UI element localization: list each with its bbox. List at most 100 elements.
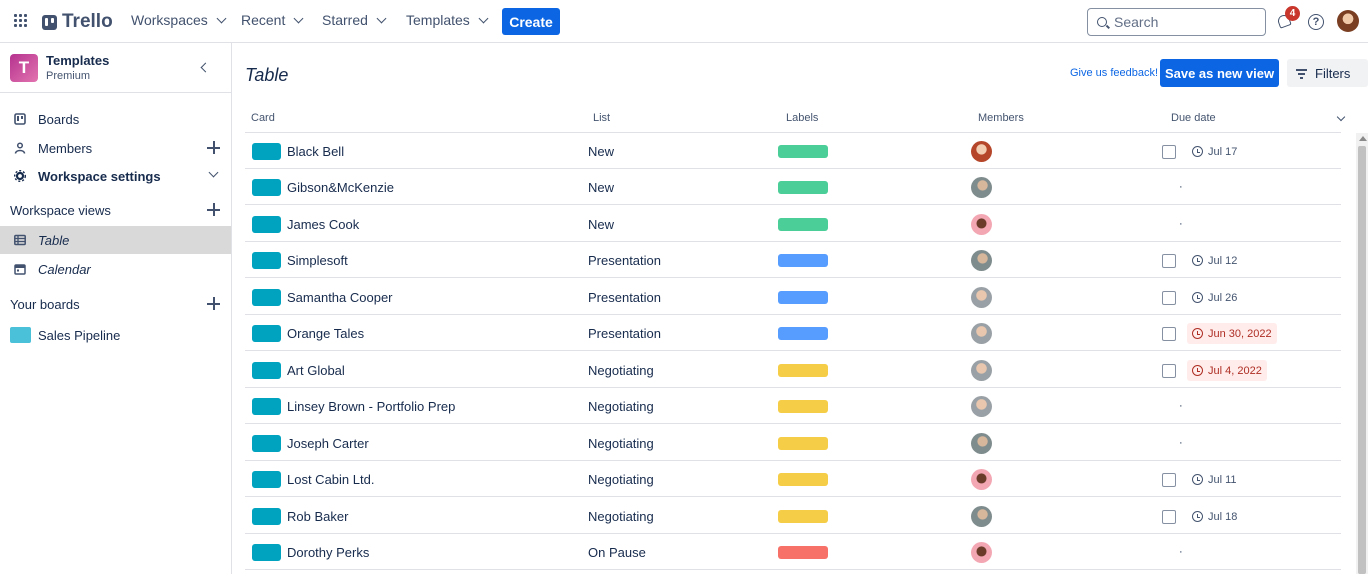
- table-row[interactable]: Orange Tales Presentation Jun 30, 2022: [245, 315, 1341, 351]
- scrollbar-thumb[interactable]: [1358, 146, 1366, 574]
- add-member-icon[interactable]: [207, 141, 220, 154]
- empty-due-date[interactable]: ·: [1179, 437, 1183, 449]
- filters-button[interactable]: Filters: [1287, 59, 1368, 87]
- due-complete-checkbox[interactable]: [1162, 473, 1176, 487]
- member-avatar[interactable]: [971, 506, 992, 527]
- table-row[interactable]: Lost Cabin Ltd. Negotiating Jul 11: [245, 461, 1341, 497]
- workspace-tile[interactable]: T: [10, 54, 38, 82]
- empty-due-date[interactable]: ·: [1179, 546, 1183, 558]
- table-row[interactable]: Simplesoft Presentation Jul 12: [245, 242, 1341, 278]
- due-complete-checkbox[interactable]: [1162, 364, 1176, 378]
- help-icon[interactable]: ?: [1308, 14, 1324, 30]
- card-name[interactable]: Dorothy Perks: [287, 545, 369, 560]
- table-row[interactable]: James Cook New ·: [245, 206, 1341, 242]
- nav-templates[interactable]: Templates: [406, 12, 489, 28]
- search-input[interactable]: Search: [1087, 8, 1266, 36]
- member-avatar[interactable]: [971, 177, 992, 198]
- nav-recent[interactable]: Recent: [241, 12, 304, 28]
- empty-due-date[interactable]: ·: [1179, 400, 1183, 412]
- account-avatar[interactable]: [1337, 10, 1359, 32]
- scroll-up-arrow-icon[interactable]: [1359, 136, 1367, 141]
- due-date-badge[interactable]: Jul 11: [1187, 469, 1242, 490]
- member-avatar[interactable]: [971, 323, 992, 344]
- member-avatar[interactable]: [971, 287, 992, 308]
- member-avatar[interactable]: [971, 141, 992, 162]
- empty-due-date[interactable]: ·: [1179, 218, 1183, 230]
- column-header-members[interactable]: Members: [978, 112, 1024, 124]
- card-name[interactable]: Samantha Cooper: [287, 290, 393, 305]
- table-row[interactable]: Joseph Carter Negotiating ·: [245, 425, 1341, 461]
- member-avatar[interactable]: [971, 396, 992, 417]
- member-avatar[interactable]: [971, 250, 992, 271]
- card-label[interactable]: [778, 181, 828, 194]
- card-label[interactable]: [778, 327, 828, 340]
- column-header-list[interactable]: List: [593, 112, 610, 124]
- empty-due-date[interactable]: ·: [1179, 181, 1183, 193]
- table-row[interactable]: Rob Baker Negotiating Jul 18: [245, 498, 1341, 534]
- card-label[interactable]: [778, 364, 828, 377]
- due-complete-checkbox[interactable]: [1162, 327, 1176, 341]
- due-date-badge[interactable]: Jul 12: [1187, 250, 1242, 271]
- sidebar-item-boards[interactable]: Boards: [0, 105, 231, 133]
- column-header-card[interactable]: Card: [251, 112, 275, 124]
- table-row[interactable]: Black Bell New Jul 17: [245, 133, 1341, 169]
- table-row[interactable]: Art Global Negotiating Jul 4, 2022: [245, 352, 1341, 388]
- nav-starred[interactable]: Starred: [322, 12, 387, 28]
- card-name[interactable]: James Cook: [287, 217, 359, 232]
- card-label[interactable]: [778, 145, 828, 158]
- table-row[interactable]: Linsey Brown - Portfolio Prep Negotiating…: [245, 388, 1341, 424]
- member-avatar[interactable]: [971, 542, 992, 563]
- card-name[interactable]: Linsey Brown - Portfolio Prep: [287, 399, 455, 414]
- card-label[interactable]: [778, 291, 828, 304]
- due-date-badge[interactable]: Jun 30, 2022: [1187, 323, 1277, 344]
- collapse-sidebar-icon[interactable]: [200, 62, 211, 73]
- card-name[interactable]: Art Global: [287, 363, 345, 378]
- sidebar-item-calendar[interactable]: Calendar: [0, 255, 231, 283]
- card-name[interactable]: Gibson&McKenzie: [287, 180, 394, 195]
- chevron-down-icon[interactable]: [208, 167, 219, 178]
- card-label[interactable]: [778, 400, 828, 413]
- feedback-link[interactable]: Give us feedback!: [1070, 67, 1158, 79]
- member-avatar[interactable]: [971, 469, 992, 490]
- app-switcher-icon[interactable]: [14, 14, 28, 28]
- add-board-icon[interactable]: [207, 297, 220, 310]
- chevron-down-icon[interactable]: [1336, 112, 1346, 122]
- card-name[interactable]: Simplesoft: [287, 253, 348, 268]
- add-view-icon[interactable]: [207, 203, 220, 216]
- column-header-due-date[interactable]: Due date: [1171, 112, 1216, 124]
- save-as-new-view-button[interactable]: Save as new view: [1160, 59, 1279, 87]
- trello-logo[interactable]: Trello: [42, 11, 113, 33]
- due-complete-checkbox[interactable]: [1162, 145, 1176, 159]
- card-label[interactable]: [778, 254, 828, 267]
- sidebar-item-members[interactable]: Members: [0, 134, 231, 162]
- card-label[interactable]: [778, 510, 828, 523]
- sidebar-board-sales-pipeline[interactable]: Sales Pipeline: [0, 321, 231, 349]
- member-avatar[interactable]: [971, 214, 992, 235]
- sidebar-item-table[interactable]: Table: [0, 226, 231, 254]
- table-row[interactable]: Samantha Cooper Presentation Jul 26: [245, 279, 1341, 315]
- member-avatar[interactable]: [971, 433, 992, 454]
- due-date-badge[interactable]: Jul 26: [1187, 287, 1242, 308]
- table-row[interactable]: Dorothy Perks On Pause ·: [245, 534, 1341, 570]
- card-name[interactable]: Lost Cabin Ltd.: [287, 472, 374, 487]
- card-label[interactable]: [778, 437, 828, 450]
- create-button[interactable]: Create: [502, 8, 560, 35]
- due-date-badge[interactable]: Jul 17: [1187, 141, 1242, 162]
- due-date-badge[interactable]: Jul 4, 2022: [1187, 360, 1267, 381]
- due-date-badge[interactable]: Jul 18: [1187, 506, 1242, 527]
- card-name[interactable]: Black Bell: [287, 144, 344, 159]
- nav-workspaces[interactable]: Workspaces: [131, 12, 227, 28]
- sidebar-item-workspace-settings[interactable]: Workspace settings: [0, 162, 231, 190]
- card-label[interactable]: [778, 546, 828, 559]
- due-complete-checkbox[interactable]: [1162, 254, 1176, 268]
- card-name[interactable]: Rob Baker: [287, 509, 348, 524]
- card-label[interactable]: [778, 218, 828, 231]
- card-label[interactable]: [778, 473, 828, 486]
- due-complete-checkbox[interactable]: [1162, 510, 1176, 524]
- table-row[interactable]: Gibson&McKenzie New ·: [245, 169, 1341, 205]
- member-avatar[interactable]: [971, 360, 992, 381]
- due-complete-checkbox[interactable]: [1162, 291, 1176, 305]
- card-name[interactable]: Orange Tales: [287, 326, 364, 341]
- card-name[interactable]: Joseph Carter: [287, 436, 369, 451]
- column-header-labels[interactable]: Labels: [786, 112, 818, 124]
